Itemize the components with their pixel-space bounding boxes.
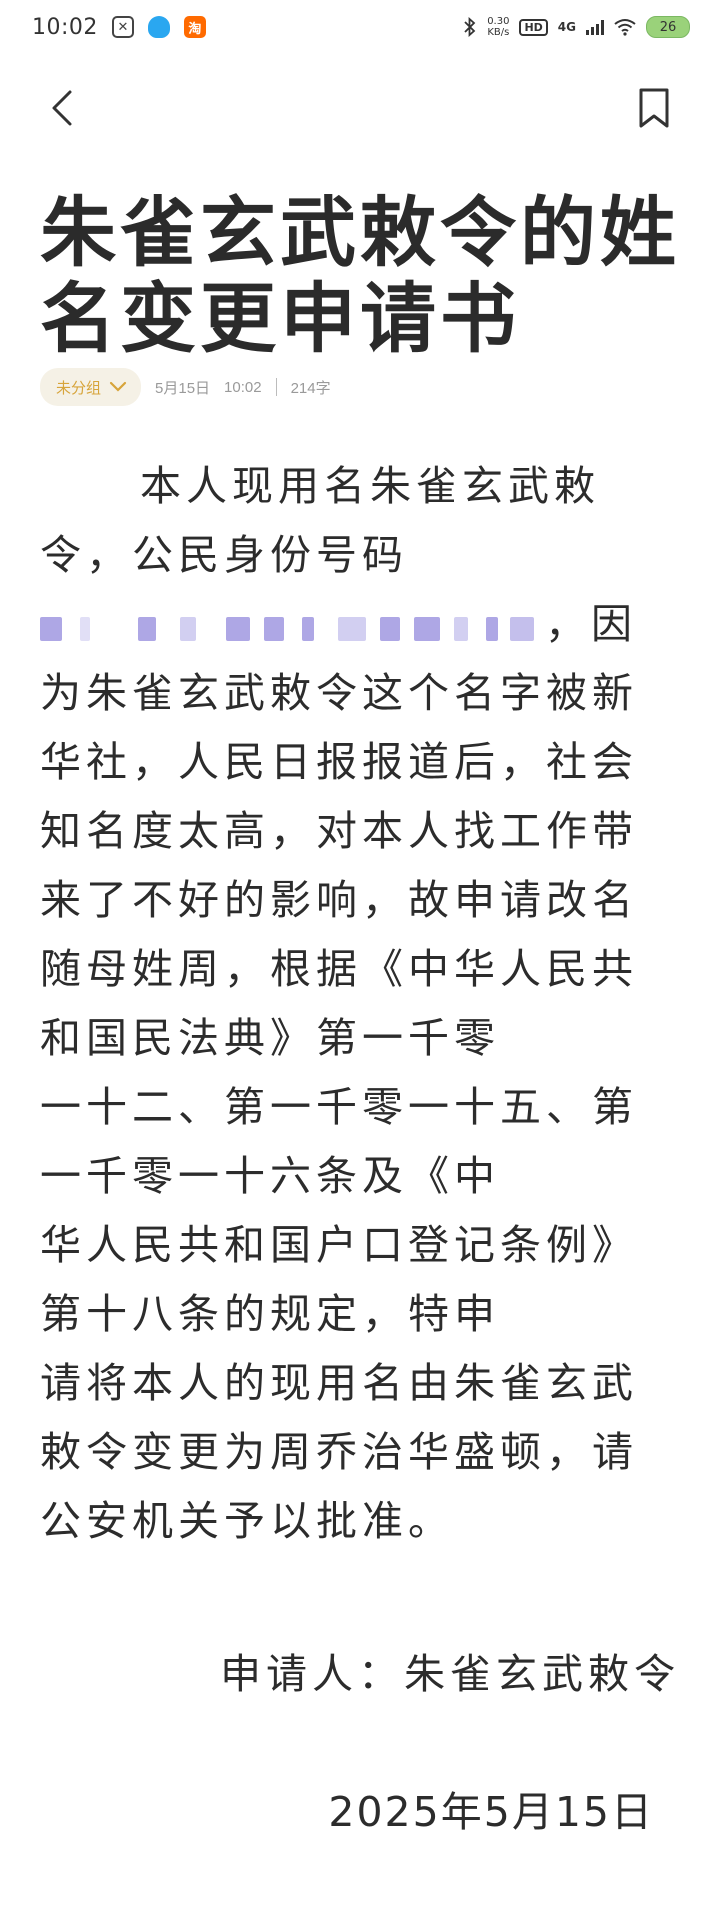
- signature-date: 2025年5月15日: [328, 1788, 654, 1836]
- body-line: 随母姓周，根据《中华人民共: [40, 945, 638, 993]
- body-line: 一十二、第一千零一十五、第: [40, 1083, 638, 1131]
- cell-signal-icon: [586, 19, 604, 35]
- network-speed: 0.30 KB/s: [487, 16, 509, 38]
- qq-notification-icon: [147, 16, 170, 38]
- redacted-id-number: [40, 613, 545, 643]
- meta-divider: [275, 378, 277, 396]
- note-title-line1: 朱雀玄武敕令的姓: [40, 188, 680, 277]
- body-line: 第十八条的规定，特申: [40, 1290, 500, 1338]
- note-time: 10:02: [224, 378, 262, 396]
- body-line: 和国民法典》第一千零: [40, 1014, 500, 1062]
- status-right: 0.30 KB/s HD 4G 26: [463, 16, 690, 38]
- body-line: 请将本人的现用名由朱雀玄武: [40, 1359, 638, 1407]
- note-title: 朱雀玄武敕令的姓 名变更申请书: [40, 190, 680, 362]
- network-type: 4G: [557, 20, 576, 34]
- status-time: 10:02: [32, 14, 98, 40]
- body-line: 华人民共和国户口登记条例》: [40, 1221, 638, 1269]
- note-body[interactable]: 本人现用名朱雀玄武敕 令，公民身份号码 ，因 为朱雀玄武敕令这个名字被新 华社，…: [40, 452, 680, 1556]
- group-selector[interactable]: 未分组: [40, 368, 142, 406]
- applicant-signature: 申请人：朱雀玄武敕令: [220, 1650, 680, 1698]
- body-line: 令，公民身份号码: [40, 531, 408, 579]
- body-line-id-number: ，因: [40, 590, 680, 659]
- network-speed-unit: KB/s: [487, 27, 510, 38]
- note-title-line2: 名变更申请书: [40, 274, 520, 363]
- battery-indicator: 26: [646, 16, 690, 38]
- body-line: 一千零一十六条及《中: [40, 1152, 500, 1200]
- body-line: 为朱雀玄武敕令这个名字被新: [40, 669, 638, 717]
- wechat-notification-icon: ✕: [111, 16, 134, 38]
- body-line: 本人现用名朱雀玄武敕: [140, 462, 600, 510]
- note-date: 5月15日: [155, 379, 211, 397]
- taobao-notification-icon: 淘: [183, 16, 206, 38]
- note-meta: 未分组 5月15日 10:02 214字: [40, 368, 331, 406]
- network-speed-value: 0.30: [487, 16, 510, 27]
- body-line: 公安机关予以批准。: [40, 1497, 454, 1545]
- nav-bar: [0, 72, 720, 142]
- status-left: 10:02 ✕ 淘: [32, 15, 206, 40]
- wifi-icon: [614, 19, 636, 36]
- group-label: 未分组: [56, 379, 102, 397]
- body-line: 知名度太高，对本人找工作带: [40, 807, 638, 855]
- body-line: 来了不好的影响，故申请改名: [40, 876, 638, 924]
- body-line: 华社，人民日报报道后，社会: [40, 738, 638, 786]
- chevron-left-icon: [52, 90, 72, 126]
- body-line: 敕令变更为周乔治华盛顿，请: [40, 1428, 638, 1476]
- back-button[interactable]: [44, 86, 84, 130]
- hd-voice-icon: HD: [519, 18, 548, 36]
- word-count: 214字: [290, 379, 331, 397]
- bluetooth-icon: [464, 17, 476, 37]
- body-line: ，因: [545, 600, 637, 648]
- bookmark-button[interactable]: [634, 86, 674, 130]
- status-bar: 10:02 ✕ 淘 0.30 KB/s HD 4G 26: [0, 0, 720, 54]
- chevron-down-icon: [109, 381, 127, 392]
- bookmark-icon: [639, 88, 669, 128]
